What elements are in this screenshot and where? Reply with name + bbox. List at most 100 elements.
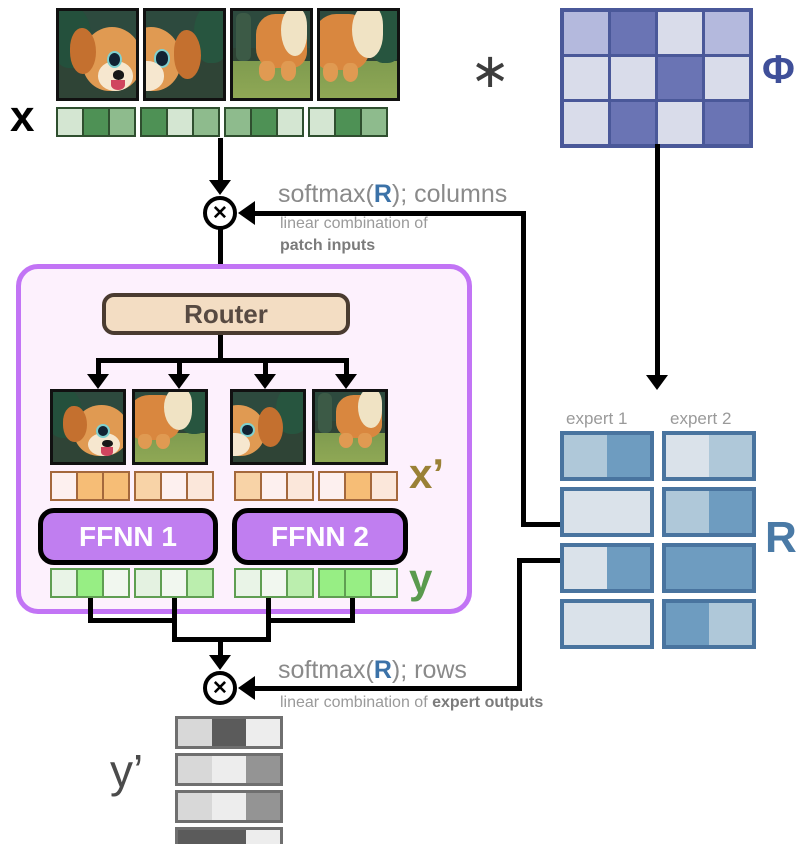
vector-cell [76, 471, 104, 501]
r-cell [564, 603, 607, 645]
vector-cell [370, 471, 398, 501]
vector-cell [344, 471, 372, 501]
y-vector [50, 568, 398, 598]
softmax-columns-sub-2: patch inputs [280, 237, 375, 255]
vector-group [134, 471, 214, 501]
vector-cell [260, 568, 288, 598]
r-cell [607, 491, 650, 533]
patch-image-3 [230, 8, 313, 101]
ffnn-1-box: FFNN 1 [38, 508, 218, 565]
y-prime-cell [178, 719, 212, 746]
expert-patch-2 [132, 389, 208, 465]
vector-cell [318, 568, 346, 598]
phi-cell [658, 12, 702, 54]
dog-paw [280, 61, 297, 81]
softmax-rows-vline [517, 558, 522, 691]
dog-tail [352, 11, 384, 58]
x-prime-label: x’ [409, 450, 445, 497]
r-cell [709, 603, 752, 645]
vector-cell [286, 568, 314, 598]
softmax-rows-label: softmax(R); rows [278, 656, 467, 685]
dog-tail [164, 392, 193, 430]
y-prime-cell [246, 719, 280, 746]
dog-mouth [100, 447, 114, 456]
r-expert-group [560, 487, 654, 537]
patch-image-4 [317, 8, 400, 101]
phi-cell [705, 57, 749, 99]
vector-cell [166, 107, 194, 137]
router-arrow-1 [87, 374, 109, 389]
vector-cell [50, 471, 78, 501]
router-bus [96, 358, 344, 363]
vector-cell [50, 568, 78, 598]
dog-ear [69, 28, 96, 74]
softmax-rows-prefix: softmax( [278, 656, 374, 684]
vector-cell [308, 107, 336, 137]
vector-cell [186, 568, 214, 598]
vector-cell [224, 107, 252, 137]
expert-patch-1 [50, 389, 126, 465]
router-box: Router [102, 293, 350, 335]
r-expert-group [662, 599, 756, 649]
x-prime-vector [50, 471, 398, 501]
softmax-columns-label: softmax(R); columns [278, 180, 507, 209]
phi-cell [611, 12, 655, 54]
phi-to-r-arrow [646, 375, 668, 390]
r-matrix [560, 431, 756, 655]
phi-label: Φ [762, 48, 795, 92]
vector-cell [82, 107, 110, 137]
r-cell [564, 491, 607, 533]
y-prime-cell [246, 830, 280, 844]
dog-paw [259, 61, 275, 81]
r-cell [607, 435, 650, 477]
softmax-rows-arrow [238, 676, 255, 700]
r-expert-group [662, 543, 756, 593]
r-cell [564, 435, 607, 477]
vector-cell [286, 471, 314, 501]
tree-trunk [317, 393, 332, 433]
phi-cell [564, 102, 608, 144]
y-label: y [409, 555, 433, 602]
vector-cell [160, 568, 188, 598]
y-prime-cell [178, 793, 212, 820]
dog-ear [258, 407, 284, 447]
softmax-rows-suffix: ); rows [391, 656, 467, 684]
vector-cell [234, 568, 262, 598]
y-to-mul-arrow [209, 655, 231, 670]
softmax-rows-sub-normal: linear combination of [280, 694, 433, 711]
dog-ear [173, 30, 202, 79]
r-cell [666, 547, 709, 589]
r-cell [666, 603, 709, 645]
diagram-canvas: x ∗ Φ ✕ softmax(R); columns linear combi… [0, 0, 808, 844]
vector-cell [334, 107, 362, 137]
r-matrix-row [560, 431, 756, 481]
softmax-columns-var: R [373, 180, 392, 208]
vector-group [134, 568, 214, 598]
x-to-mul-arrow [209, 180, 231, 195]
phi-cell [611, 102, 655, 144]
y-prime-cell [212, 756, 246, 783]
softmax-rows-to-r [517, 558, 561, 563]
vector-cell [360, 107, 388, 137]
r-label: R [765, 513, 797, 562]
softmax-columns-to-r [521, 522, 561, 527]
ffnn-2-box: FFNN 2 [232, 508, 408, 565]
patch-image-1 [56, 8, 139, 101]
softmax-rows-hline [254, 686, 522, 691]
router-arrow-4 [335, 374, 357, 389]
input-patch-row [56, 8, 400, 101]
asterisk-operator: ∗ [470, 45, 511, 98]
phi-cell [564, 12, 608, 54]
vector-cell [134, 471, 162, 501]
r-cell [564, 547, 607, 589]
expert-patch-row [50, 389, 388, 465]
phi-to-r-line [655, 144, 660, 379]
vector-group [308, 107, 388, 137]
y-prime-cell [246, 756, 280, 783]
phi-matrix [560, 8, 753, 148]
vector-group [234, 568, 314, 598]
expert-outputs-bold: expert outputs [432, 694, 544, 711]
vector-cell [140, 107, 168, 137]
y-gather-join-right [266, 618, 271, 640]
phi-cell [611, 57, 655, 99]
